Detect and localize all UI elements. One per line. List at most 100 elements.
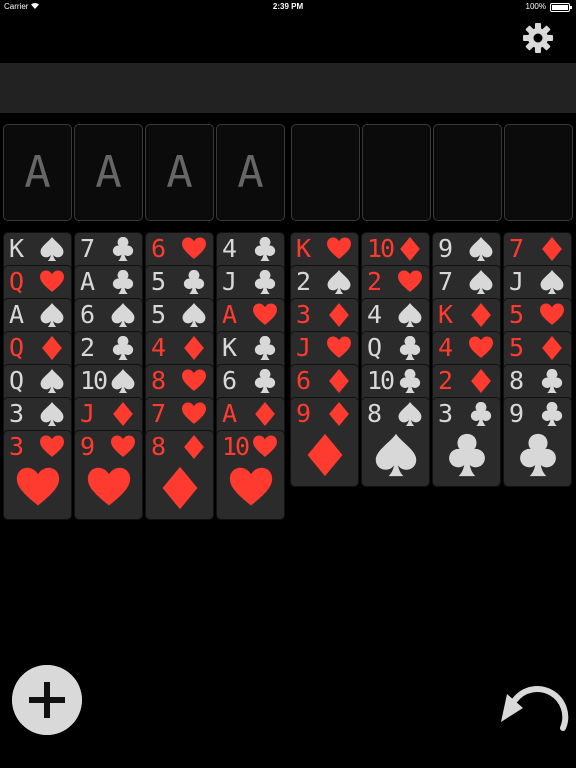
card-rank: 2 xyxy=(367,267,382,296)
card-rank: 7 xyxy=(151,399,166,428)
free-cell[interactable] xyxy=(362,124,431,221)
heart-icon xyxy=(182,237,206,259)
spade-icon xyxy=(40,402,64,426)
card-rank: 4 xyxy=(151,333,166,362)
card-rank: 3 xyxy=(438,399,453,428)
heart-icon xyxy=(469,336,493,358)
foundation-slot[interactable]: A xyxy=(145,124,214,221)
card-rank: 10 xyxy=(80,366,108,395)
card-rank: 3 xyxy=(9,432,24,461)
card-rank: 10 xyxy=(222,432,250,461)
card-rank: 8 xyxy=(509,366,524,395)
playing-card[interactable]: 9 xyxy=(74,430,143,520)
diamond-icon xyxy=(400,237,420,261)
heart-icon xyxy=(40,270,64,292)
card-rank: Q xyxy=(9,333,24,362)
heart-icon xyxy=(398,270,422,292)
spade-icon xyxy=(40,369,64,393)
heart-icon xyxy=(40,435,64,457)
tableau-column: 7 J 5 5 8 9 xyxy=(503,232,572,487)
club-icon xyxy=(541,369,563,393)
card-rank: 3 xyxy=(9,399,24,428)
card-rank: 9 xyxy=(509,399,524,428)
card-rank: 2 xyxy=(80,333,95,362)
card-rank: 7 xyxy=(438,267,453,296)
header-band xyxy=(0,63,576,113)
card-rank: 7 xyxy=(509,234,524,263)
card-rank: K xyxy=(222,333,237,362)
card-rank: 2 xyxy=(438,366,453,395)
heart-icon xyxy=(182,402,206,424)
undo-button[interactable] xyxy=(497,678,569,736)
battery-icon xyxy=(550,3,572,12)
spade-icon xyxy=(182,303,206,327)
diamond-icon xyxy=(42,336,62,360)
card-rank: 5 xyxy=(151,267,166,296)
spade-icon xyxy=(469,270,493,294)
card-rank: J xyxy=(80,399,95,428)
diamond-icon xyxy=(113,402,133,426)
status-bar: Carrier 2:39 PM 100% xyxy=(0,0,576,14)
card-rank: 4 xyxy=(438,333,453,362)
free-cell[interactable] xyxy=(291,124,360,221)
tableau-column: 9 7 K 4 2 3 xyxy=(432,232,501,487)
club-icon xyxy=(448,433,485,477)
card-rank: Q xyxy=(9,366,24,395)
clock: 2:39 PM xyxy=(272,2,304,11)
playing-card[interactable]: 8 xyxy=(361,397,430,487)
card-rank: A xyxy=(9,300,24,329)
diamond-icon xyxy=(184,336,204,360)
card-rank: 6 xyxy=(151,234,166,263)
heart-icon xyxy=(16,467,59,506)
spade-icon xyxy=(398,402,422,426)
club-icon xyxy=(183,270,205,294)
tableau-column: 7 A 6 2 10 J 9 xyxy=(74,232,143,520)
card-rank: 4 xyxy=(222,234,237,263)
diamond-icon xyxy=(329,402,349,426)
gear-icon[interactable] xyxy=(522,22,554,54)
undo-arrow-icon xyxy=(512,686,569,731)
diamond-icon xyxy=(184,435,204,459)
playing-card[interactable]: 9 xyxy=(290,397,359,487)
card-rank: 7 xyxy=(80,234,95,263)
foundation-slot[interactable]: A xyxy=(216,124,285,221)
card-rank: 10 xyxy=(367,234,395,263)
foundation-slot[interactable]: A xyxy=(3,124,72,221)
club-icon xyxy=(399,369,421,393)
card-rank: 3 xyxy=(296,300,311,329)
tableau-column: KQAQQ33 xyxy=(3,232,72,520)
heart-icon xyxy=(229,467,272,506)
playing-card[interactable]: 9 xyxy=(503,397,572,487)
heart-icon xyxy=(327,336,351,358)
add-button[interactable] xyxy=(12,665,82,735)
card-rank: 8 xyxy=(151,366,166,395)
diamond-icon xyxy=(471,303,491,327)
playing-card[interactable]: 3 xyxy=(3,430,72,520)
spade-icon xyxy=(111,303,135,327)
club-icon xyxy=(112,270,134,294)
playing-card[interactable]: 8 xyxy=(145,430,214,520)
free-cell[interactable] xyxy=(433,124,502,221)
club-icon xyxy=(254,336,276,360)
playing-card[interactable]: 3 xyxy=(432,397,501,487)
club-icon xyxy=(254,237,276,261)
foundation-label: A xyxy=(237,147,264,198)
spade-icon xyxy=(327,270,351,294)
diamond-icon xyxy=(329,369,349,393)
card-rank: 5 xyxy=(151,300,166,329)
foundation-label: A xyxy=(24,147,51,198)
foundation-slot[interactable]: A xyxy=(74,124,143,221)
club-icon xyxy=(519,433,556,477)
card-rank: 6 xyxy=(296,366,311,395)
club-icon xyxy=(399,336,421,360)
card-rank: 5 xyxy=(509,333,524,362)
heart-icon xyxy=(253,303,277,325)
playing-card[interactable]: 10 xyxy=(216,430,285,520)
foundation-label: A xyxy=(95,147,122,198)
card-rank: A xyxy=(222,399,237,428)
card-rank: J xyxy=(222,267,237,296)
club-icon xyxy=(470,402,492,426)
free-cell[interactable] xyxy=(504,124,573,221)
spade-icon xyxy=(398,303,422,327)
club-icon xyxy=(541,402,563,426)
